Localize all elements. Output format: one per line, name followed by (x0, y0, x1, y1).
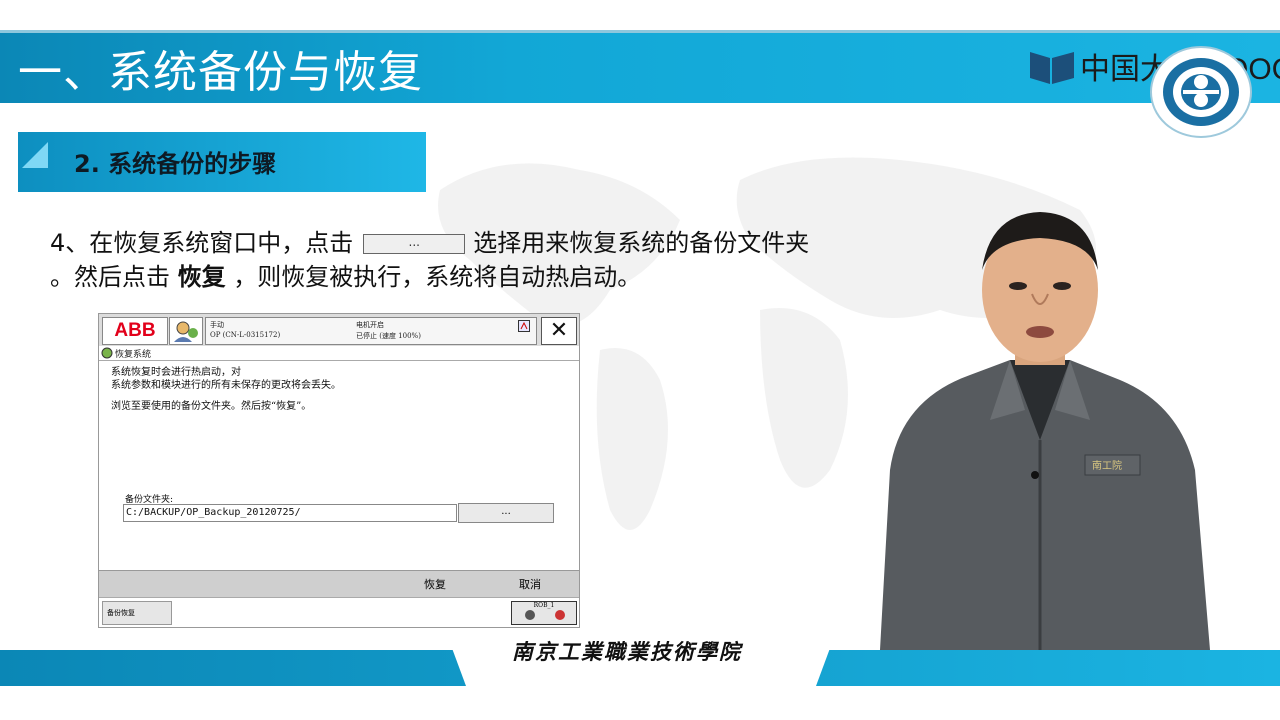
ellipsis-button-illustration: ... (363, 234, 466, 254)
restore-button[interactable]: 恢复 (424, 576, 446, 592)
status-speed: 已停止 (速度 100%) (356, 332, 421, 340)
rob-label: ROB_1 (533, 602, 555, 609)
close-button[interactable]: ✕ (541, 317, 577, 345)
abb-message: 系统恢复时会进行热启动，对 系统参数和模块进行的所有未保存的更改将会丢失。 浏览… (111, 366, 571, 413)
abb-logo[interactable]: ABB (102, 317, 168, 345)
restore-system-icon (101, 347, 113, 359)
school-name: 南京工業職業技術學院 (512, 639, 742, 664)
abb-action-bar: 恢复 取消 (99, 570, 579, 597)
status-controller: OP (CN-L-0315172) (210, 331, 281, 339)
instruction-bold-restore: 恢复 (177, 263, 226, 291)
college-logo-icon (1150, 46, 1252, 138)
status-mode: 手动 (210, 321, 224, 329)
taskbar-backup-restore[interactable]: 备份恢复 (102, 601, 172, 625)
abb-window-header: 恢复系统 (99, 346, 579, 361)
presenter-badge: 南工院 (1092, 459, 1122, 472)
section-title: 2. 系统备份的步骤 (74, 150, 277, 178)
instruction-part1: 4、在恢复系统窗口中，点击 (50, 229, 354, 257)
section-triangle-icon (22, 142, 48, 168)
instruction-part2: 选择用来恢复系统的备份文件夹 (473, 229, 810, 257)
abb-message-line1: 系统恢复时会进行热启动，对 (111, 367, 241, 378)
abb-message-line2: 系统参数和模块进行的所有未保存的更改将会丢失。 (111, 380, 341, 391)
abb-user-icon[interactable] (169, 317, 203, 345)
status-indicator-icon (518, 320, 530, 332)
cancel-button[interactable]: 取消 (519, 576, 541, 592)
presenter-image: 南工院 (880, 212, 1210, 650)
slide-title: 一、系统备份与恢复 (18, 47, 423, 98)
abb-message-line3: 浏览至要使用的备份文件夹。然后按“恢复”。 (111, 401, 312, 412)
backup-folder-field[interactable]: C:/BACKUP/OP_Backup_20120725/ (123, 504, 457, 522)
taskbar-backup-restore-label: 备份恢复 (107, 609, 135, 617)
status-motor: 电机开启 (356, 321, 384, 329)
abb-header-title: 恢复系统 (115, 350, 152, 360)
mooc-book-icon (1030, 52, 1074, 84)
abb-taskbar: 备份恢复 ROB_1 (99, 597, 579, 627)
browse-button[interactable]: ... (458, 503, 554, 523)
robot-status-icon (525, 610, 565, 620)
abb-status-panel: 手动 OP (CN-L-0315172) 电机开启 已停止 (速度 100%) (205, 317, 537, 345)
instruction-part3: 。然后点击 (50, 263, 178, 291)
instruction-part4: ，则恢复被执行，系统将自动热启动。 (225, 263, 642, 291)
abb-restore-window: ABB 手动 OP (CN-L-0315172) 电机开启 已停止 (速度 10… (98, 313, 580, 628)
rob-quickset-button[interactable]: ROB_1 (511, 601, 577, 625)
